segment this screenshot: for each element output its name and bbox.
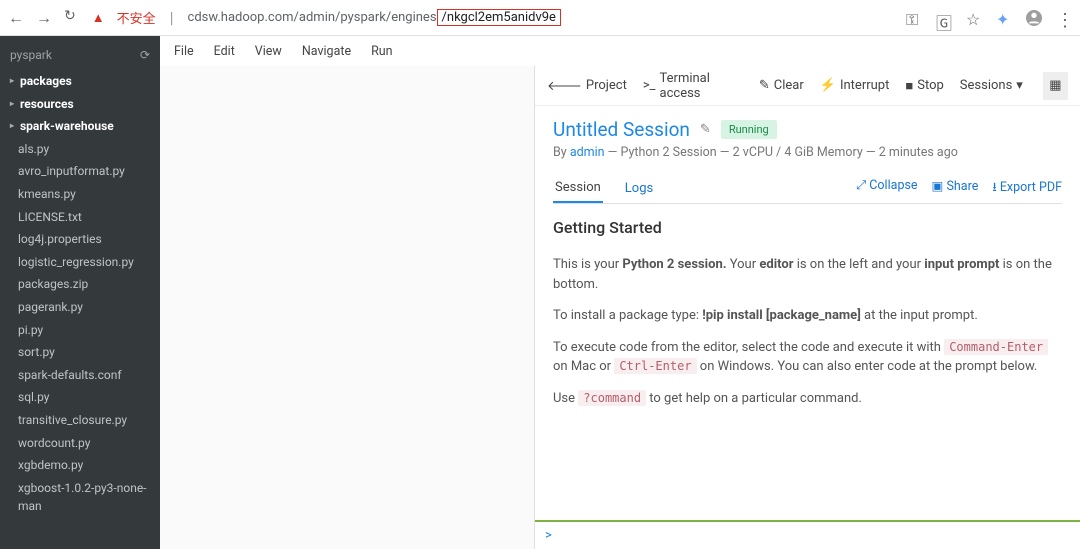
file-item[interactable]: transitive_closure.py	[0, 409, 160, 432]
editor-menubar: File Edit View Navigate Run	[160, 36, 1080, 66]
editor-session-split: 🡐 Project >_ Terminal access ✎ Clear ⚡ I…	[160, 66, 1080, 549]
url-path: cdsw.hadoop.com/admin/pyspark/engines	[188, 10, 437, 25]
file-item[interactable]: pagerank.py	[0, 296, 160, 319]
project-name: pyspark	[10, 48, 52, 62]
session-byline: By admin — Python 2 Session — 2 vCPU / 4…	[553, 145, 1062, 160]
project-header[interactable]: pyspark ⟳	[0, 46, 160, 70]
file-item[interactable]: LICENSE.txt	[0, 206, 160, 229]
file-item[interactable]: sql.py	[0, 386, 160, 409]
grid-view-button[interactable]: ▦	[1043, 72, 1068, 100]
file-item[interactable]: logistic_regression.py	[0, 251, 160, 274]
menu-edit[interactable]: Edit	[214, 44, 235, 59]
collapse-button[interactable]: ⤢ Collapse	[856, 178, 917, 199]
file-item[interactable]: wordcount.py	[0, 432, 160, 455]
file-item[interactable]: pi.py	[0, 319, 160, 342]
share-button[interactable]: ▣ Share	[932, 178, 979, 199]
clear-button[interactable]: ✎ Clear	[759, 78, 804, 93]
main-panes: File Edit View Navigate Run 🡐 Project >_…	[160, 36, 1080, 549]
menu-kebab-icon[interactable]: ⋮	[1056, 10, 1072, 26]
stop-button[interactable]: ■ Stop	[905, 78, 943, 94]
file-tree-sidebar: pyspark ⟳ ▸packages▸resources▸spark-ware…	[0, 36, 160, 549]
edit-title-icon[interactable]: ✎	[700, 122, 711, 137]
menu-navigate[interactable]: Navigate	[302, 44, 351, 59]
profile-avatar[interactable]	[1026, 10, 1042, 26]
forward-button[interactable]: →	[36, 8, 52, 28]
session-title: Untitled Session	[553, 118, 690, 141]
folder-spark-warehouse[interactable]: ▸spark-warehouse	[0, 115, 160, 138]
file-item[interactable]: kmeans.py	[0, 183, 160, 206]
nav-controls: ← → ↻	[8, 8, 76, 28]
insecure-icon: ▲	[92, 10, 105, 26]
reload-button[interactable]: ↻	[64, 8, 76, 28]
session-body: Untitled Session ✎ Running By admin — Py…	[535, 106, 1080, 520]
file-item[interactable]: spark-defaults.conf	[0, 364, 160, 387]
kbd-command-enter: Command-Enter	[944, 339, 1048, 355]
file-item[interactable]: log4j.properties	[0, 228, 160, 251]
session-tabs: Session Logs ⤢ Collapse ▣ Share ⭳ Export…	[553, 174, 1062, 204]
browser-right-icons: ⚿ 🄶 ☆ ✦ ⋮	[906, 10, 1072, 26]
session-toolbar: 🡐 Project >_ Terminal access ✎ Clear ⚡ I…	[535, 66, 1080, 106]
url-separator: |	[170, 8, 174, 27]
extension-icon[interactable]: ✦	[996, 10, 1012, 26]
session-panel: 🡐 Project >_ Terminal access ✎ Clear ⚡ I…	[535, 66, 1080, 549]
folder-resources[interactable]: ▸resources	[0, 93, 160, 116]
file-item[interactable]: avro_inputformat.py	[0, 160, 160, 183]
star-icon[interactable]: ☆	[966, 10, 982, 26]
translate-icon[interactable]: 🄶	[936, 10, 952, 26]
interrupt-button[interactable]: ⚡ Interrupt	[820, 78, 890, 93]
file-item[interactable]: xgboost-1.0.2-py3-none-man	[0, 477, 160, 518]
file-item[interactable]: xgbdemo.py	[0, 454, 160, 477]
menu-file[interactable]: File	[174, 44, 194, 59]
terminal-access-button[interactable]: >_ Terminal access	[643, 71, 743, 101]
browser-toolbar: ← → ↻ ▲ 不安全 | cdsw.hadoop.com/admin/pysp…	[0, 0, 1080, 36]
key-icon[interactable]: ⚿	[906, 10, 922, 26]
url-highlighted-segment: /nkgcl2em5anidv9e	[437, 9, 561, 26]
project-link[interactable]: 🡐 Project	[547, 78, 627, 94]
code-editor[interactable]	[160, 66, 535, 549]
session-user-link[interactable]: admin	[570, 145, 605, 160]
workspace: pyspark ⟳ ▸packages▸resources▸spark-ware…	[0, 36, 1080, 549]
sessions-dropdown[interactable]: Sessions ▾	[960, 78, 1023, 93]
back-button[interactable]: ←	[8, 8, 24, 28]
menu-run[interactable]: Run	[371, 44, 393, 59]
folder-packages[interactable]: ▸packages	[0, 70, 160, 93]
input-prompt[interactable]: >	[535, 520, 1080, 549]
file-item[interactable]: sort.py	[0, 341, 160, 364]
refresh-tree-icon[interactable]: ⟳	[140, 48, 150, 62]
insecure-label: 不安全	[117, 8, 156, 27]
status-badge: Running	[721, 120, 777, 139]
file-item[interactable]: packages.zip	[0, 273, 160, 296]
getting-started-content: Getting Started This is your Python 2 se…	[553, 204, 1062, 420]
file-item[interactable]: als.py	[0, 138, 160, 161]
address-bar[interactable]: cdsw.hadoop.com/admin/pyspark/engines /n…	[188, 9, 896, 26]
getting-started-heading: Getting Started	[553, 218, 1062, 237]
kbd-help-command: ?command	[578, 390, 646, 406]
kbd-ctrl-enter: Ctrl-Enter	[614, 358, 696, 374]
menu-view[interactable]: View	[255, 44, 282, 59]
tab-session[interactable]: Session	[553, 174, 603, 203]
export-pdf-button[interactable]: ⭳ Export PDF	[992, 178, 1062, 199]
tab-logs[interactable]: Logs	[623, 175, 655, 202]
